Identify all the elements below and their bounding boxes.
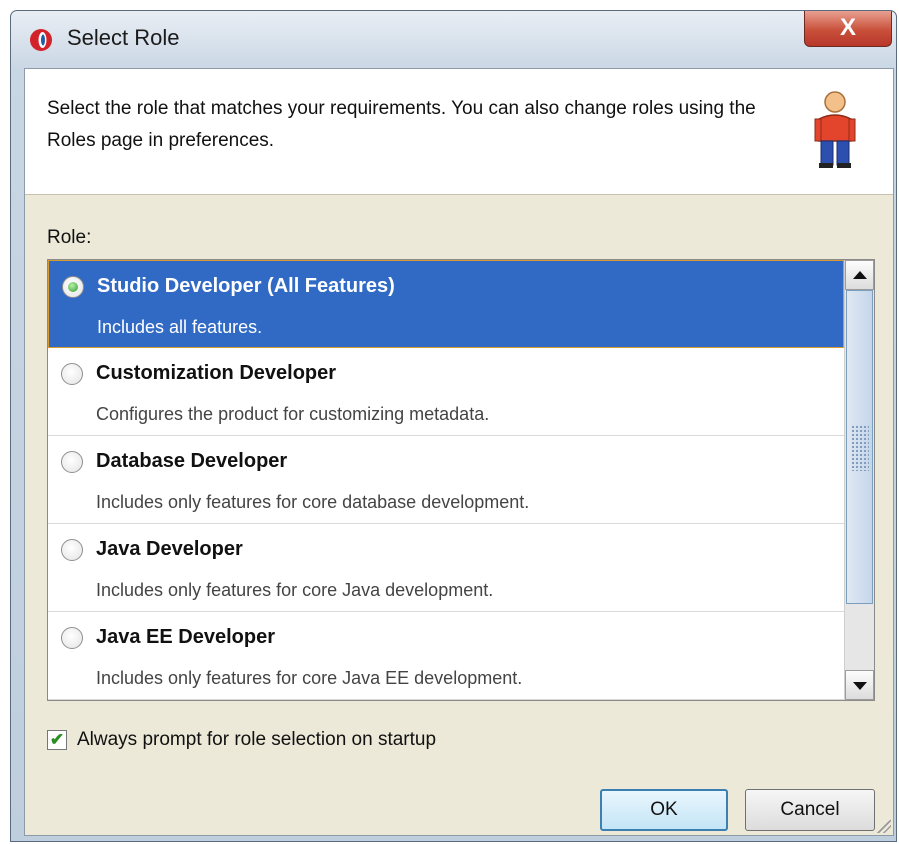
role-title: Database Developer — [96, 450, 288, 472]
role-item-studio-developer[interactable]: Studio Developer (All Features) Includes… — [48, 260, 844, 348]
scroll-up-button[interactable] — [845, 260, 874, 290]
close-button[interactable]: X — [804, 11, 892, 47]
person-role-icon — [814, 91, 856, 168]
role-description: Includes all features. — [97, 317, 263, 337]
scrollbar-thumb[interactable] — [846, 290, 873, 604]
role-item-database-developer[interactable]: Database Developer Includes only feature… — [48, 436, 844, 524]
window-title: Select Role — [67, 25, 180, 50]
jdeveloper-app-icon — [30, 29, 52, 51]
role-title: Java Developer — [96, 538, 243, 560]
header-instructions: Select the role that matches your requir… — [47, 98, 756, 151]
role-description: Includes only features for core Java EE … — [96, 668, 523, 688]
radio-button[interactable] — [61, 451, 83, 473]
radio-button[interactable] — [61, 539, 83, 561]
prompt-checkbox-label[interactable]: Always prompt for role selection on star… — [77, 729, 436, 751]
role-list[interactable]: Studio Developer (All Features) Includes… — [47, 259, 875, 701]
role-title: Java EE Developer — [96, 626, 275, 648]
vertical-scrollbar[interactable] — [844, 260, 874, 700]
role-title: Studio Developer (All Features) — [97, 275, 395, 297]
prompt-checkbox[interactable]: ✔ — [47, 730, 67, 750]
role-description: Includes only features for core Java dev… — [96, 580, 494, 600]
radio-button[interactable] — [61, 363, 83, 385]
header-panel: Select the role that matches your requir… — [25, 69, 893, 195]
radio-button[interactable] — [61, 627, 83, 649]
dialog-content: Select the role that matches your requir… — [24, 68, 894, 836]
grip-icon — [851, 425, 869, 471]
radio-button-selected[interactable] — [62, 276, 84, 298]
role-item-java-ee-developer[interactable]: Java EE Developer Includes only features… — [48, 612, 844, 700]
select-role-dialog: Select Role X Select the role that match… — [10, 10, 897, 842]
role-label: Role: — [47, 227, 92, 248]
title-bar: Select Role X — [11, 11, 896, 67]
role-item-java-developer[interactable]: Java Developer Includes only features fo… — [48, 524, 844, 612]
arrow-down-icon — [853, 682, 867, 690]
scroll-down-button[interactable] — [845, 670, 874, 700]
resize-grip-icon[interactable] — [877, 819, 891, 833]
role-description: Configures the product for customizing m… — [96, 404, 490, 424]
cancel-button[interactable]: Cancel — [745, 789, 875, 831]
role-description: Includes only features for core database… — [96, 492, 530, 512]
role-item-customization-developer[interactable]: Customization Developer Configures the p… — [48, 348, 844, 436]
role-title: Customization Developer — [96, 362, 337, 384]
ok-button[interactable]: OK — [600, 789, 728, 831]
arrow-up-icon — [853, 271, 867, 279]
